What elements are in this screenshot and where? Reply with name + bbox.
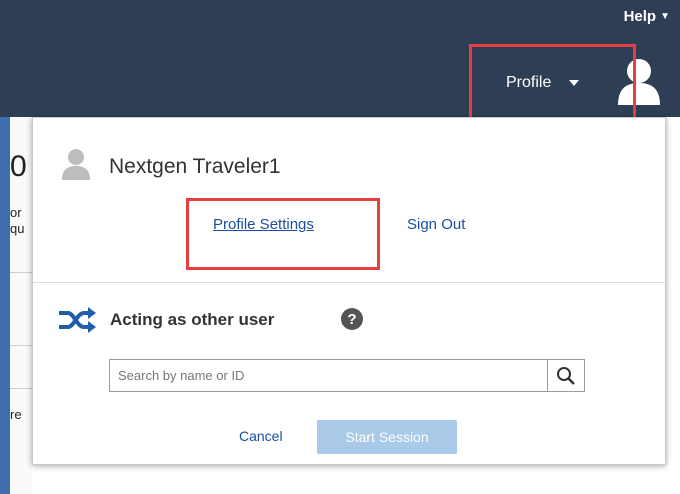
- user-search-box: [109, 359, 585, 392]
- top-nav-bar: Help ▼ Profile: [0, 0, 680, 117]
- search-icon: [557, 366, 575, 385]
- page-left-accent: [0, 117, 10, 494]
- background-divider: [10, 345, 32, 346]
- user-search-input[interactable]: [110, 360, 547, 391]
- background-text: re: [10, 407, 22, 422]
- acting-as-other-user-label: Acting as other user: [110, 310, 275, 329]
- profile-settings-link[interactable]: Profile Settings: [213, 216, 314, 233]
- background-text: qu: [10, 221, 25, 236]
- shuffle-icon: [59, 307, 96, 333]
- caret-down-icon: ▼: [660, 11, 670, 22]
- user-display-name: Nextgen Traveler1: [109, 155, 281, 178]
- profile-menu-button[interactable]: Profile: [506, 74, 580, 92]
- caret-down-icon: [569, 80, 580, 86]
- help-menu[interactable]: Help ▼: [624, 8, 670, 25]
- user-avatar-icon[interactable]: [614, 55, 664, 107]
- cancel-link[interactable]: Cancel: [239, 428, 283, 444]
- panel-divider: [33, 282, 665, 283]
- background-divider: [10, 272, 32, 273]
- profile-dropdown-panel: Nextgen Traveler1 Profile Settings Sign …: [32, 117, 666, 465]
- user-silhouette-icon: [62, 149, 90, 180]
- start-session-button[interactable]: Start Session: [317, 420, 457, 454]
- profile-settings-highlight-box: [186, 198, 380, 270]
- search-button[interactable]: [547, 360, 584, 391]
- help-label: Help: [623, 8, 657, 25]
- background-text: 0: [10, 150, 27, 183]
- sign-out-link[interactable]: Sign Out: [407, 216, 465, 233]
- background-text: or: [10, 205, 22, 220]
- question-circle-icon[interactable]: ?: [341, 308, 363, 330]
- profile-label: Profile: [506, 74, 552, 91]
- background-divider: [10, 388, 32, 389]
